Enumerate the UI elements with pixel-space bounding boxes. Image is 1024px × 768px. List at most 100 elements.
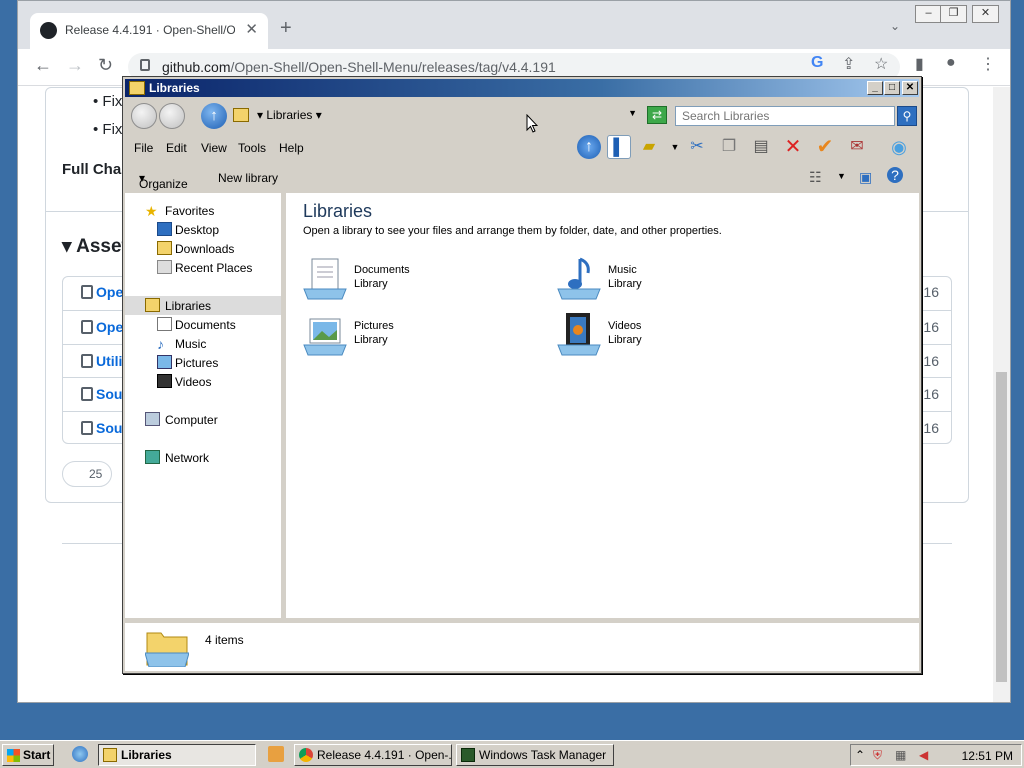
windows-logo-icon	[7, 749, 20, 762]
library-folder-icon	[233, 108, 249, 122]
library-type: Library	[354, 334, 388, 346]
bookmark-star-icon[interactable]: ☆	[874, 54, 888, 74]
page-scrollbar[interactable]	[993, 87, 1010, 702]
folder-options-dropdown-icon[interactable]: ▼	[663, 135, 687, 159]
breadcrumb-libraries[interactable]: Libraries	[266, 108, 312, 122]
mouse-cursor-icon	[526, 114, 538, 133]
nav-recent-places[interactable]: Recent Places	[125, 258, 281, 277]
volume-muted-icon[interactable]: ◀	[919, 748, 928, 762]
menu-file[interactable]: File	[134, 141, 153, 155]
library-pictures[interactable]: Pictures Library	[302, 311, 522, 361]
browser-maximize-button[interactable]: ❐	[940, 5, 967, 23]
taskbar-button-label: Windows Task Manager	[479, 748, 607, 762]
asset-link[interactable]: Ope	[96, 284, 123, 300]
library-music[interactable]: Music Library	[556, 255, 776, 305]
taskbar-button-libraries[interactable]: Libraries	[98, 744, 256, 766]
assets-heading[interactable]: ▾ Asset	[62, 235, 128, 258]
nav-label: Computer	[165, 413, 218, 427]
asset-link[interactable]: Ope	[96, 319, 123, 335]
scrollbar-thumb[interactable]	[996, 372, 1007, 682]
tray-expand-icon[interactable]: ⌃	[855, 748, 865, 762]
organize-button[interactable]: Organize ▾	[139, 171, 188, 191]
cut-icon[interactable]: ✂	[685, 135, 709, 159]
explorer-titlebar[interactable]: Libraries _ □ ✕	[125, 79, 919, 97]
nav-favorites[interactable]: ★ Favorites	[125, 201, 281, 220]
asset-link[interactable]: Utili	[96, 353, 122, 369]
back-icon[interactable]: ←	[34, 55, 52, 76]
nav-desktop[interactable]: Desktop	[125, 220, 281, 239]
shell-icon[interactable]: ◉	[887, 135, 911, 159]
back-button[interactable]	[131, 103, 157, 129]
security-alert-icon[interactable]: ⛨	[873, 748, 882, 763]
menu-kebab-icon[interactable]: ⋮	[980, 54, 996, 74]
libraries-icon	[145, 298, 160, 312]
google-icon[interactable]: G	[811, 54, 823, 72]
minimize-button[interactable]: _	[867, 81, 883, 95]
menu-view[interactable]: View	[201, 141, 227, 155]
forward-icon[interactable]: →	[66, 55, 84, 76]
menu-help[interactable]: Help	[279, 141, 304, 155]
taskbar-button-chrome[interactable]: Release 4.4.191 · Open-...	[294, 744, 452, 766]
nav-music[interactable]: ♪ Music	[125, 334, 281, 353]
preview-pane-icon[interactable]: ▣	[859, 169, 872, 186]
search-input[interactable]	[675, 106, 895, 126]
profile-icon[interactable]: ●	[946, 54, 956, 72]
network-tray-icon[interactable]: ▦	[895, 748, 906, 762]
package-icon	[81, 354, 93, 368]
address-dropdown-icon[interactable]: ▼	[628, 108, 637, 118]
nav-network[interactable]: Network	[125, 448, 281, 467]
nav-downloads[interactable]: Downloads	[125, 239, 281, 258]
library-videos[interactable]: Videos Library	[556, 311, 776, 361]
content-heading: Libraries	[303, 201, 373, 221]
delete-icon[interactable]: ✕	[781, 135, 805, 159]
forward-button[interactable]	[159, 103, 185, 129]
nav-documents[interactable]: Documents	[125, 315, 281, 334]
reload-icon[interactable]: ↻	[98, 55, 113, 76]
ie-quicklaunch-icon[interactable]	[72, 746, 88, 762]
refresh-button[interactable]: ⇄	[647, 106, 667, 124]
view-options-icon[interactable]: ☷	[809, 169, 822, 186]
share-icon[interactable]: ⇪	[842, 54, 855, 74]
nav-pictures[interactable]: Pictures	[125, 353, 281, 372]
view-dropdown-icon[interactable]: ▼	[837, 171, 846, 181]
media-quicklaunch-icon[interactable]	[268, 746, 284, 762]
menu-tools[interactable]: Tools	[238, 141, 266, 155]
menu-edit[interactable]: Edit	[166, 141, 187, 155]
help-icon[interactable]: ?	[887, 167, 903, 183]
email-icon[interactable]: ✉	[845, 135, 869, 159]
nav-computer[interactable]: Computer	[125, 410, 281, 429]
paste-icon[interactable]: ▤	[749, 135, 773, 159]
copy-icon[interactable]: ❐	[717, 135, 741, 159]
address-box[interactable]: ▾ Libraries ▾ ▼	[231, 105, 643, 127]
taskbar-button-label: Libraries	[121, 748, 172, 762]
browser-minimize-button[interactable]: –	[915, 5, 942, 23]
library-documents[interactable]: Documents Library	[302, 255, 522, 305]
search-icon[interactable]: ⚲	[897, 106, 917, 126]
taskbar-button-task-manager[interactable]: Windows Task Manager	[456, 744, 614, 766]
nav-libraries[interactable]: Libraries	[125, 296, 281, 315]
new-library-button[interactable]: New library	[218, 171, 278, 185]
close-button[interactable]: ✕	[902, 81, 918, 95]
url-text[interactable]: github.com/Open-Shell/Open-Shell-Menu/re…	[162, 59, 556, 75]
folder-options-icon[interactable]: ▰	[637, 135, 661, 159]
folders-pane-icon[interactable]: ▌	[607, 135, 631, 159]
chrome-icon	[299, 748, 313, 762]
reaction-button[interactable]: 25	[62, 461, 112, 487]
file-zip-icon	[81, 421, 93, 435]
up-folder-icon[interactable]: ↑	[577, 135, 601, 159]
tab-close-icon[interactable]: ✕	[245, 20, 258, 38]
nav-videos[interactable]: Videos	[125, 372, 281, 391]
properties-icon[interactable]: ✔	[813, 135, 837, 159]
tab-search-icon[interactable]: ⌄	[890, 19, 900, 33]
start-button[interactable]: Start	[2, 744, 54, 766]
breadcrumb[interactable]: ▾ Libraries ▾	[257, 108, 322, 122]
up-button[interactable]: ↑	[201, 103, 227, 129]
clock[interactable]: 12:51 PM	[962, 749, 1013, 763]
recent-places-icon	[157, 260, 172, 274]
browser-close-button[interactable]: ✕	[972, 5, 999, 23]
browser-tab[interactable]: Release 4.4.191 · Open-Shell/Open-Shell-…	[30, 13, 268, 49]
maximize-button[interactable]: □	[884, 81, 900, 95]
computer-icon	[145, 412, 160, 426]
side-panel-icon[interactable]: ▮	[915, 54, 924, 74]
new-tab-button[interactable]: +	[280, 17, 292, 40]
